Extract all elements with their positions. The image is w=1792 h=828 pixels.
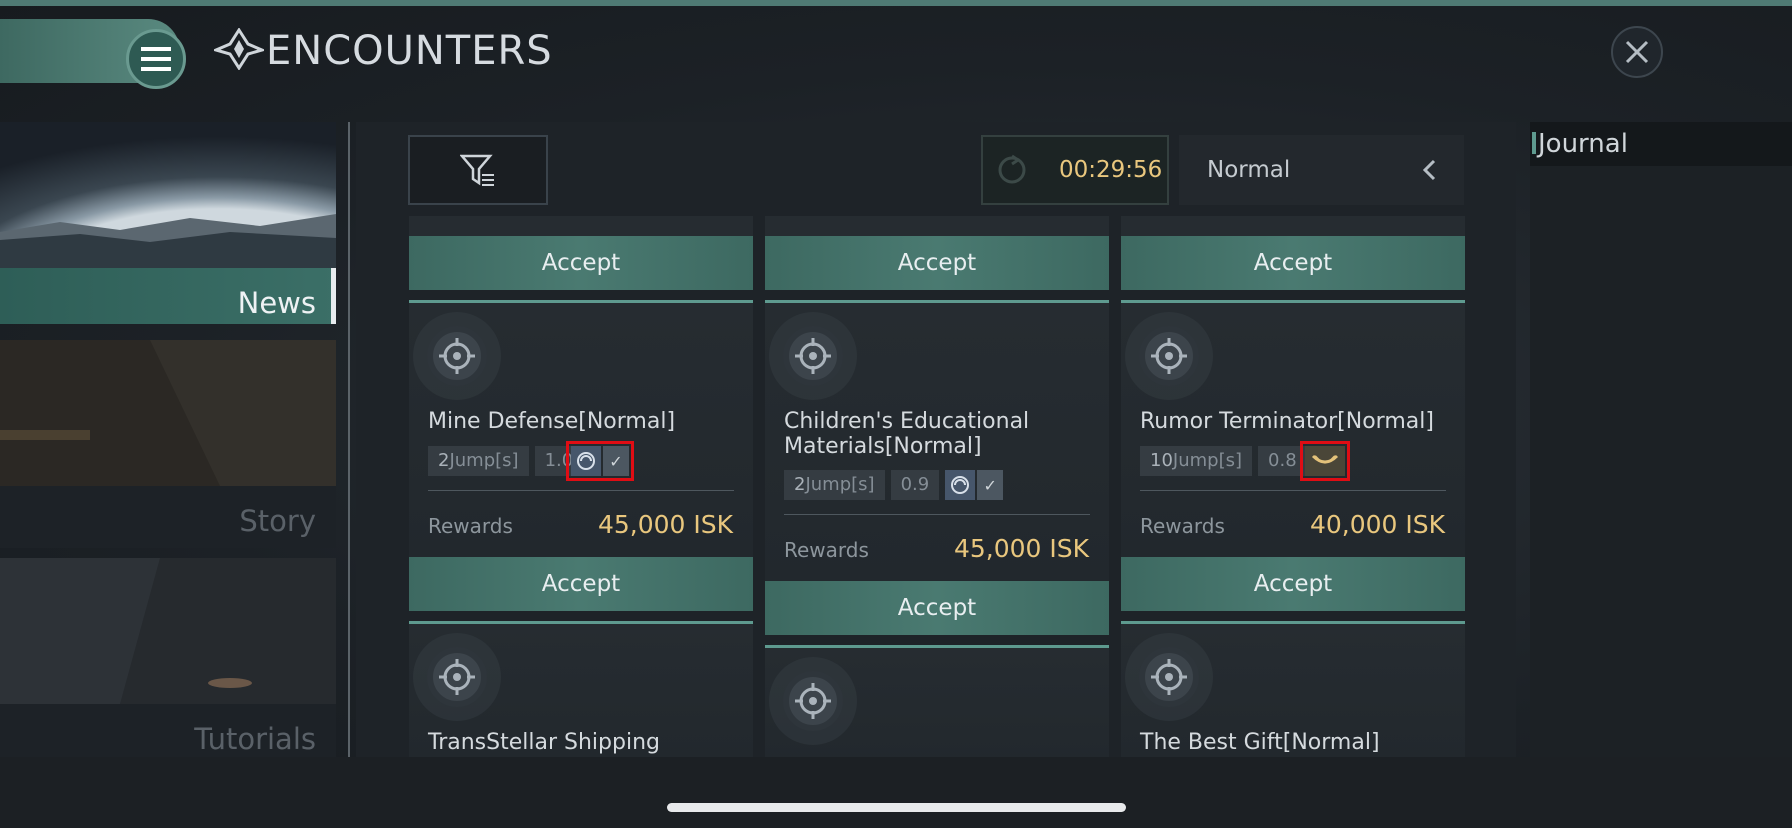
encounter-column: Accept Mine Defense[Normal] 2Jump[s] 1.0… (409, 216, 753, 757)
rewards-label: Rewards (784, 538, 869, 562)
mission-badge-icon (783, 671, 843, 731)
jumps-tag: 2Jump[s] (428, 446, 529, 476)
encounter-tags: 2Jump[s] 0.9 ✓ (784, 470, 1004, 500)
mission-badge-icon (1139, 326, 1199, 386)
jumps-tag: 2Jump[s] (784, 470, 885, 500)
encounter-card[interactable]: Mine Defense[Normal] 2Jump[s] 1.0 ✓ Rewa… (409, 300, 753, 560)
encounter-card[interactable]: Rumor Terminator[Normal] 10Jump[s] 0.8 R… (1121, 300, 1465, 560)
news-banner-image (0, 122, 336, 268)
standing-icon (571, 446, 601, 476)
menu-tab[interactable] (0, 19, 186, 89)
mission-badge-icon (783, 326, 843, 386)
story-banner-image (0, 340, 336, 486)
sidebar-item-story[interactable]: Story (0, 340, 336, 550)
encounters-logo-icon (214, 28, 264, 70)
difficulty-value: Normal (1207, 157, 1291, 183)
encounter-tags: 10Jump[s] 0.8 (1140, 446, 1307, 476)
security-tag: 0.9 (890, 470, 940, 500)
tutorials-banner-image (0, 558, 336, 704)
header: ENCOUNTERS (0, 6, 1792, 110)
encounter-column: Accept Rumor Terminator[Normal] 10Jump[s… (1121, 216, 1465, 757)
standing-icon (945, 470, 976, 500)
accept-button[interactable]: Accept (1121, 236, 1465, 290)
encounter-title: TransStellar Shipping (428, 730, 660, 755)
bottom-bar (0, 757, 1792, 828)
check-icon: ✓ (603, 446, 629, 476)
accept-button[interactable]: Accept (409, 557, 753, 611)
menu-button[interactable] (126, 29, 186, 89)
sidebar-item-tutorials[interactable]: Tutorials (0, 558, 336, 768)
sidebar-item-label: Story (239, 504, 316, 538)
encounter-column: Accept Children's Educational Materials[… (765, 216, 1109, 757)
refresh-timer: 00:29:56 (981, 135, 1169, 205)
jumps-tag: 10Jump[s] (1140, 446, 1253, 476)
accept-button[interactable]: Accept (765, 581, 1109, 635)
sidebar-item-label: News (237, 286, 316, 320)
rewards-value: 45,000 ISK (953, 534, 1089, 563)
highlighted-tag-group: ✓ (566, 441, 634, 481)
encounter-title: The Best Gift[Normal] (1140, 730, 1380, 755)
close-button[interactable] (1611, 26, 1663, 78)
highlighted-tag-group (1300, 441, 1350, 481)
sidebar-item-label: Tutorials (194, 722, 316, 756)
rewards-value: 40,000 ISK (1309, 510, 1445, 539)
chevron-left-icon (1422, 159, 1436, 181)
refresh-icon (998, 154, 1026, 184)
check-icon: ✓ (977, 470, 1004, 500)
sidebar-divider (348, 122, 350, 757)
sidebar-item-news[interactable]: News (0, 122, 336, 332)
journal-panel: Journal (1530, 122, 1792, 757)
sidebar: News Story Tutorials (0, 122, 336, 766)
mission-badge-icon (1139, 647, 1199, 707)
difficulty-dropdown[interactable]: Normal (1179, 135, 1464, 205)
encounter-title: Rumor Terminator[Normal] (1140, 409, 1434, 434)
home-indicator[interactable] (667, 803, 1126, 812)
filter-icon (460, 154, 494, 186)
page-title: ENCOUNTERS (266, 28, 553, 74)
mining-icon (1305, 446, 1345, 476)
journal-title: Journal (1538, 129, 1628, 159)
rewards-label: Rewards (428, 514, 513, 538)
active-indicator (331, 268, 336, 324)
encounter-card[interactable] (765, 645, 1109, 757)
close-icon (1625, 40, 1649, 64)
timer-value: 00:29:56 (1059, 157, 1163, 183)
encounter-title: Children's Educational Materials[Normal] (784, 409, 1030, 459)
encounter-card[interactable]: Children's Educational Materials[Normal]… (765, 300, 1109, 584)
mission-badge-icon (427, 326, 487, 386)
accept-button[interactable]: Accept (765, 236, 1109, 290)
accept-button[interactable]: Accept (1121, 557, 1465, 611)
menu-icon (141, 47, 171, 71)
rewards-value: 45,000 ISK (597, 510, 733, 539)
encounter-card[interactable]: The Best Gift[Normal] (1121, 621, 1465, 757)
encounter-card[interactable]: TransStellar Shipping (409, 621, 753, 757)
filter-button[interactable] (408, 135, 548, 205)
encounter-title: Mine Defense[Normal] (428, 409, 676, 434)
accept-button[interactable]: Accept (409, 236, 753, 290)
rewards-label: Rewards (1140, 514, 1225, 538)
journal-header[interactable]: Journal (1530, 122, 1792, 166)
encounter-tags: 2Jump[s] 1.0 (428, 446, 584, 476)
encounters-list-panel: 00:29:56 Normal Accept Mine Defense[Norm… (356, 122, 1516, 757)
mission-badge-icon (427, 647, 487, 707)
